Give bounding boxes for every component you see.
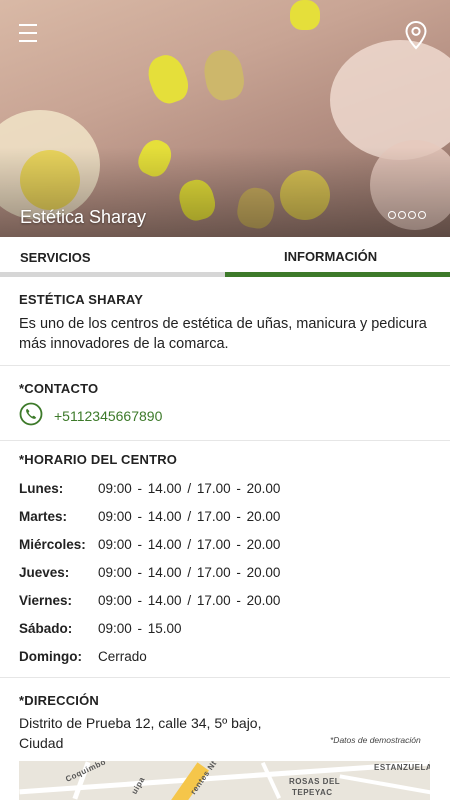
hours-section: *HORARIO DEL CENTRO — [0, 441, 450, 678]
carousel-dot[interactable] — [408, 211, 416, 219]
about-title: ESTÉTICA SHARAY — [19, 292, 144, 307]
phone-link[interactable]: +5112345667890 — [54, 408, 162, 424]
map-label: Coquimbo — [64, 761, 108, 784]
about-section: ESTÉTICA SHARAY Es uno de los centros de… — [0, 277, 450, 366]
nail-decoration — [200, 47, 248, 103]
contact-title: *CONTACTO — [19, 381, 99, 396]
tab-informacion[interactable]: INFORMACIÓN — [225, 237, 450, 277]
hours-time: 09:00 - 14.00 / 17.00 - 20.00 — [98, 537, 281, 552]
map-preview[interactable]: Coquimbo ROSAS DEL TEPEYAC ESTANZUELA re… — [19, 761, 430, 800]
phone-icon[interactable] — [19, 402, 43, 426]
hours-day: Lunes: — [19, 481, 64, 496]
map-label: TEPEYAC — [292, 788, 333, 797]
demo-data-note: *Datos de demostración — [330, 735, 421, 745]
hours-row: Lunes: 09:00 - 14.00 / 17.00 - 20.00 — [0, 481, 450, 501]
hero-image: Estética Sharay — [0, 0, 450, 237]
page-title: Estética Sharay — [20, 207, 147, 227]
menu-button[interactable] — [19, 24, 37, 44]
hours-time: 09:00 - 14.00 / 17.00 - 20.00 — [98, 565, 281, 580]
hours-row: Jueves: 09:00 - 14.00 / 17.00 - 20.00 — [0, 565, 450, 585]
tab-bar: SERVICIOS INFORMACIÓN — [0, 237, 450, 277]
hours-time: 09:00 - 14.00 / 17.00 - 20.00 — [98, 481, 281, 496]
tab-servicios[interactable]: SERVICIOS — [0, 237, 225, 277]
contact-section: *CONTACTO — [0, 366, 450, 441]
hours-day: Martes: — [19, 509, 68, 524]
hours-row: Domingo: Cerrado — [0, 649, 450, 669]
map-road — [260, 761, 282, 800]
hours-day: Domingo: — [19, 649, 82, 664]
flower-decoration — [330, 40, 450, 160]
hours-time: 09:00 - 14.00 / 17.00 - 20.00 — [98, 509, 281, 524]
hamburger-menu-icon — [19, 24, 37, 26]
hours-day: Jueves: — [19, 565, 70, 580]
hours-row: Miércoles: 09:00 - 14.00 / 17.00 - 20.00 — [0, 537, 450, 557]
map-label: ROSAS DEL — [289, 777, 341, 786]
hours-day: Viernes: — [19, 593, 73, 608]
map-pin-icon — [405, 20, 427, 50]
nail-decoration — [290, 0, 320, 30]
map-road — [339, 774, 430, 796]
address-text: Distrito de Prueba 12, calle 34, 5º bajo… — [19, 715, 262, 751]
carousel-dot[interactable] — [418, 211, 426, 219]
tab-label: INFORMACIÓN — [284, 249, 378, 264]
about-description: Es uno de los centros de estética de uña… — [19, 316, 427, 352]
address-title: *DIRECCIÓN — [19, 693, 100, 708]
hours-time: 09:00 - 15.00 — [98, 621, 182, 636]
hours-title: *HORARIO DEL CENTRO — [19, 452, 178, 467]
location-button[interactable] — [403, 20, 429, 50]
carousel-dot[interactable] — [388, 211, 396, 219]
hours-row: Viernes: 09:00 - 14.00 / 17.00 - 20.00 — [0, 593, 450, 613]
carousel-dot[interactable] — [398, 211, 406, 219]
hours-row: Sábado: 09:00 - 15.00 — [0, 621, 450, 641]
hours-day: Miércoles: — [19, 537, 86, 552]
hours-time: 09:00 - 14.00 / 17.00 - 20.00 — [98, 593, 281, 608]
hours-row: Martes: 09:00 - 14.00 / 17.00 - 20.00 — [0, 509, 450, 529]
tab-label: SERVICIOS — [20, 250, 91, 265]
hours-time: Cerrado — [98, 649, 147, 664]
nail-decoration — [142, 50, 194, 108]
hours-day: Sábado: — [19, 621, 73, 636]
map-label: ESTANZUELA — [374, 763, 430, 772]
carousel-indicator[interactable] — [388, 211, 426, 219]
